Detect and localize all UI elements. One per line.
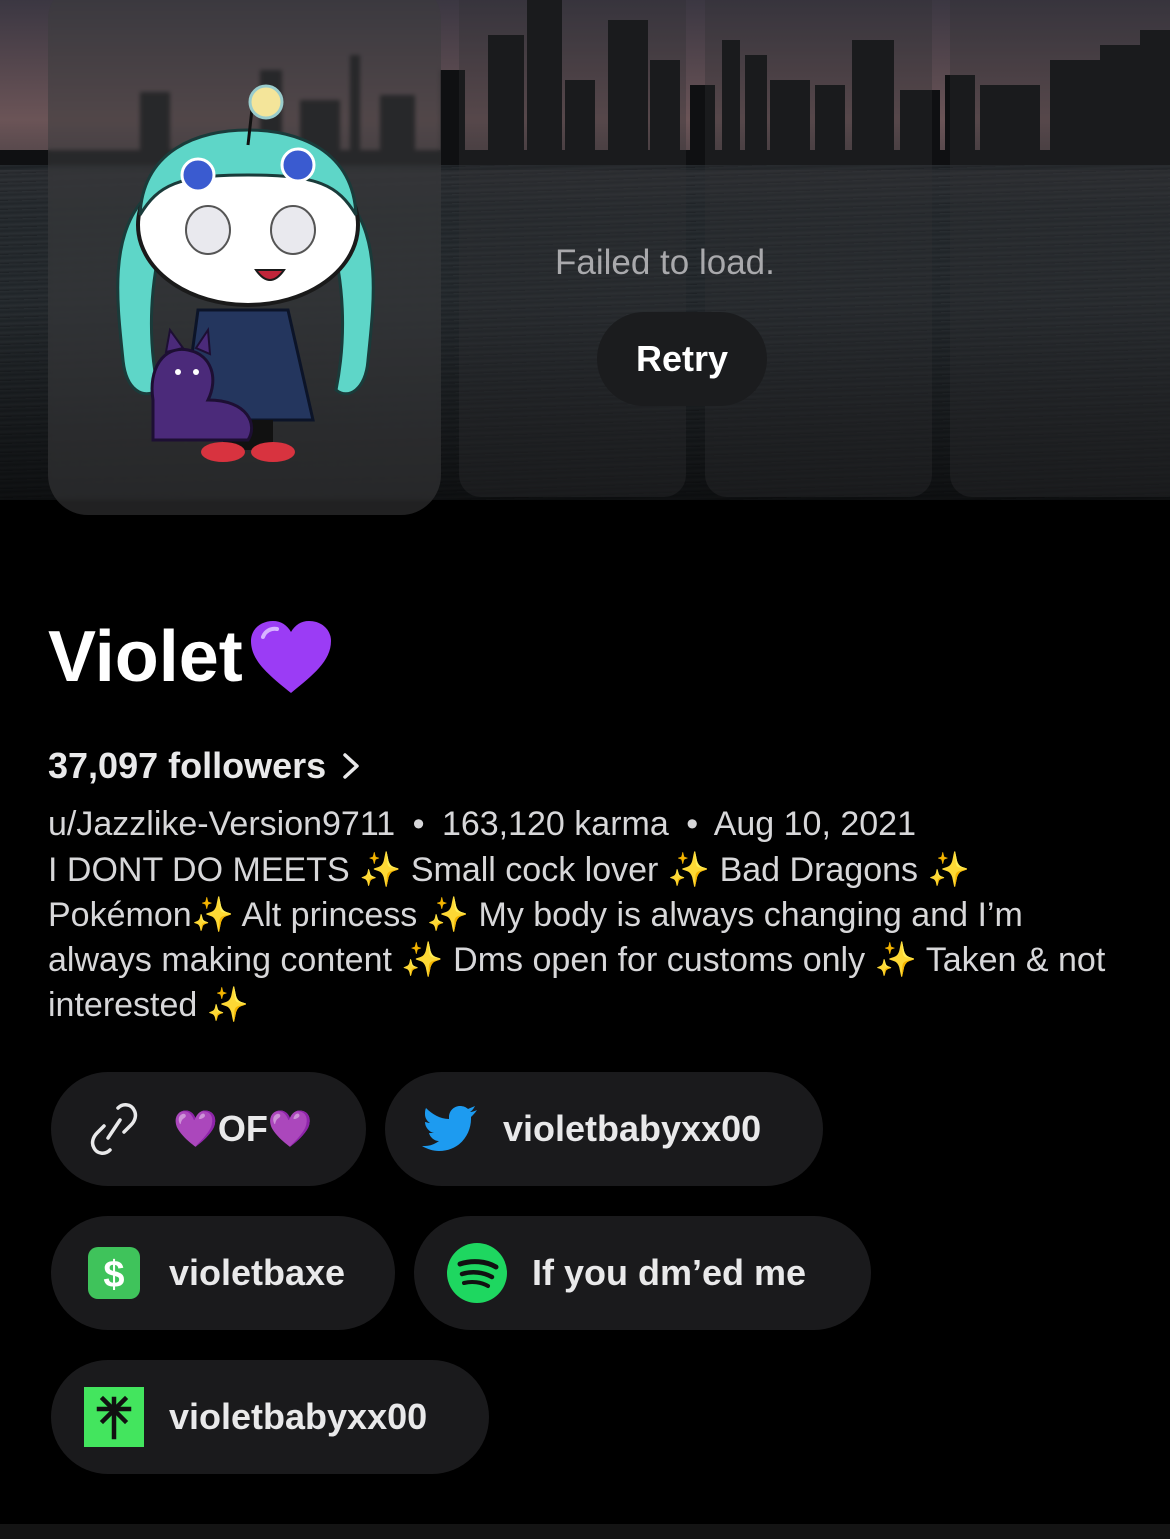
social-link-twitter[interactable]: violetbabyxx00 xyxy=(385,1072,823,1186)
followers-link[interactable]: 37,097 followers xyxy=(48,745,360,787)
retry-button[interactable]: Retry xyxy=(597,312,767,406)
divider xyxy=(0,1524,1170,1539)
karma: 163,120 karma xyxy=(441,805,669,843)
svg-text:$: $ xyxy=(103,1254,124,1296)
followers-count: 37,097 followers xyxy=(48,745,327,786)
purple-heart-icon xyxy=(250,621,331,693)
chevron-right-icon xyxy=(343,753,359,779)
separator: • xyxy=(412,805,425,843)
social-link-of[interactable]: 💜OF💜 xyxy=(51,1072,366,1186)
load-error-text: Failed to load. xyxy=(555,243,775,282)
twitter-icon xyxy=(419,1104,479,1154)
separator: • xyxy=(686,805,699,843)
avatar-card[interactable] xyxy=(48,0,441,515)
linktree-icon xyxy=(84,1387,144,1447)
join-date: Aug 10, 2021 xyxy=(713,805,916,843)
link-label: violetbabyxx00 xyxy=(169,1396,428,1437)
social-link-cashapp[interactable]: $ violetbaxe xyxy=(51,1216,395,1330)
cashapp-icon: $ xyxy=(88,1247,140,1299)
spotify-icon xyxy=(446,1242,508,1304)
username: u/Jazzlike-Version9711 xyxy=(48,805,396,843)
link-icon xyxy=(89,1100,139,1158)
link-label: violetbabyxx00 xyxy=(503,1108,762,1149)
avatar-image xyxy=(116,84,375,462)
profile-name: Violet xyxy=(48,616,333,698)
profile-bio: I DONT DO MEETS ✨ Small cock lover ✨ Bad… xyxy=(48,851,1106,1024)
link-label: 💜OF💜 xyxy=(173,1108,313,1149)
banner-thumb[interactable] xyxy=(950,0,1170,497)
profile-meta: u/Jazzlike-Version9711 • 163,120 karma •… xyxy=(48,805,916,844)
display-name: Violet xyxy=(48,617,243,697)
social-link-spotify[interactable]: If you dm’ed me xyxy=(414,1216,871,1330)
link-label: violetbaxe xyxy=(169,1252,346,1293)
link-label: If you dm’ed me xyxy=(532,1252,807,1293)
social-link-linktree[interactable]: violetbabyxx00 xyxy=(51,1360,489,1474)
